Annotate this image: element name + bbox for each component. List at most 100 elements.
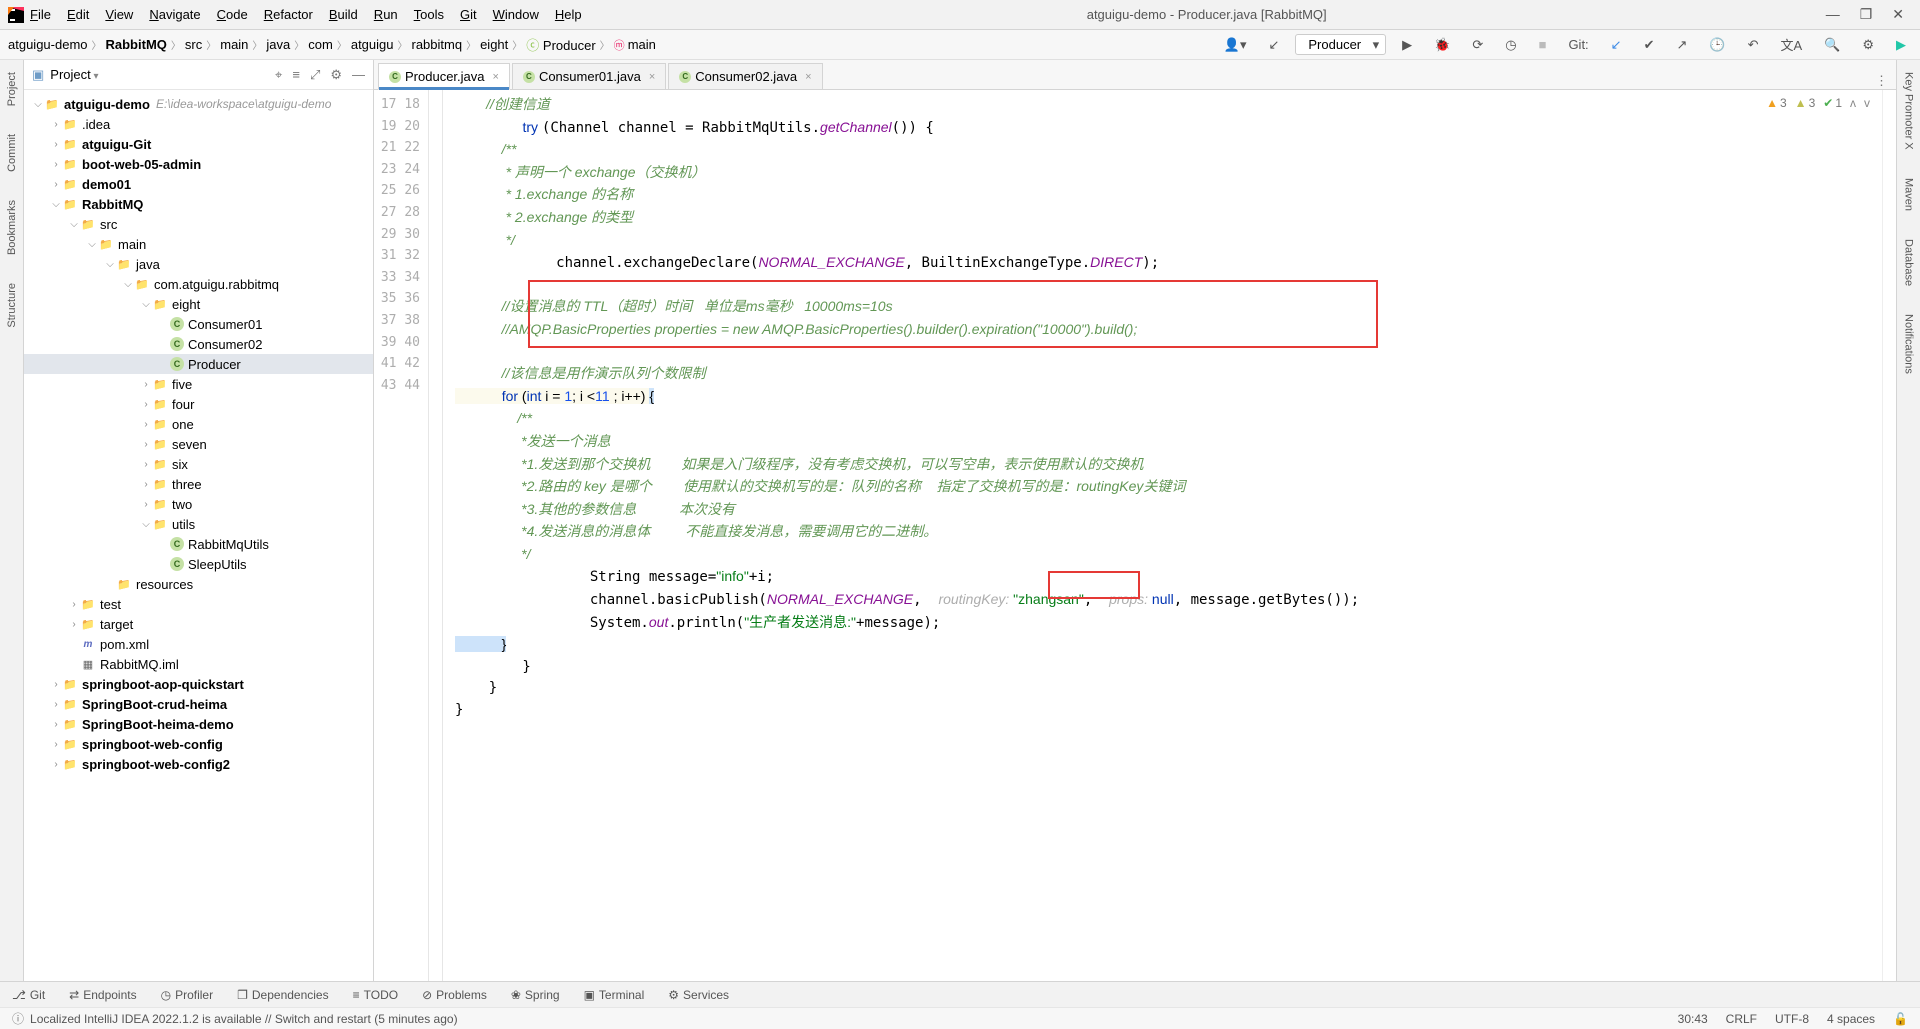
tree-arrow[interactable]: › [50,719,62,730]
tree-item-five[interactable]: ›📁five [24,374,373,394]
tree-item-boot-web-05-admin[interactable]: ›📁boot-web-05-admin [24,154,373,174]
tree-item-src[interactable]: ⌵📁src [24,214,373,234]
tree-arrow[interactable]: ⌵ [140,299,152,310]
tree-arrow[interactable]: › [140,459,152,470]
crumb-com[interactable]: com [308,37,333,52]
crumb-atguigu-demo[interactable]: atguigu-demo [8,37,88,52]
breadcrumb[interactable]: atguigu-demo〉RabbitMQ〉src〉main〉java〉com〉… [8,35,656,54]
tree-arrow[interactable]: ⌵ [122,279,134,290]
crumb-main[interactable]: main [220,37,248,52]
git-update-icon[interactable]: ↙ [1605,35,1628,55]
line-gutter[interactable]: 17 18 19 20 21 22 23 24 25 26 27 28 29 3… [374,90,429,981]
tree-item-rabbitmqutils[interactable]: CRabbitMqUtils [24,534,373,554]
weak-warnings-count[interactable]: 3 [1795,96,1816,110]
bottom-tool-endpoints[interactable]: ⇄Endpoints [69,988,136,1002]
tree-item-four[interactable]: ›📁four [24,394,373,414]
minimize-button[interactable]: — [1826,6,1840,23]
editor-tab-consumer02-java[interactable]: CConsumer02.java× [668,63,822,89]
right-tab-maven[interactable]: Maven [1901,174,1917,215]
close-button[interactable]: ✕ [1892,6,1904,23]
tree-item-test[interactable]: ›📁test [24,594,373,614]
tree-arrow[interactable]: ⌵ [140,519,152,530]
fold-gutter[interactable] [429,90,443,981]
left-tab-structure[interactable]: Structure [4,279,20,332]
tree-arrow[interactable]: › [50,139,62,150]
settings-icon[interactable]: ⚙ [1856,35,1880,55]
tree-item-resources[interactable]: 📁resources [24,574,373,594]
tree-arrow[interactable]: › [140,439,152,450]
status-message[interactable]: Localized IntelliJ IDEA 2022.1.2 is avai… [30,1012,1678,1026]
codewithme-icon[interactable]: ▶ [1890,35,1912,55]
bottom-tool-spring[interactable]: ❀Spring [511,988,560,1002]
tree-item-two[interactable]: ›📁two [24,494,373,514]
tree-item-three[interactable]: ›📁three [24,474,373,494]
menu-navigate[interactable]: Navigate [143,5,206,24]
close-tab-icon[interactable]: × [805,71,811,83]
git-history-icon[interactable]: 🕒 [1703,35,1731,55]
menu-view[interactable]: View [99,5,139,24]
inspections-widget[interactable]: 3 3 1 ʌ v [1762,94,1874,112]
tree-arrow[interactable]: › [50,739,62,750]
tree-item-producer[interactable]: CProducer [24,354,373,374]
tree-arrow[interactable]: › [140,399,152,410]
settings-icon[interactable]: ⚙ [330,67,342,83]
tree-item-atguigu-git[interactable]: ›📁atguigu-Git [24,134,373,154]
tree-arrow[interactable]: › [50,759,62,770]
close-tab-icon[interactable]: × [493,71,499,83]
bottom-tool-problems[interactable]: ⊘Problems [422,988,487,1002]
tree-arrow[interactable]: › [140,379,152,390]
tree-arrow[interactable]: › [50,179,62,190]
tree-arrow[interactable]: › [68,619,80,630]
crumb-java[interactable]: java [266,37,290,52]
tree-item-springboot-crud-heima[interactable]: ›📁SpringBoot-crud-heima [24,694,373,714]
tree-item-one[interactable]: ›📁one [24,414,373,434]
left-tab-commit[interactable]: Commit [4,130,20,176]
menu-code[interactable]: Code [211,5,254,24]
tree-item-sleeputils[interactable]: CSleepUtils [24,554,373,574]
editor-tab-producer-java[interactable]: CProducer.java× [378,63,510,90]
tree-item-six[interactable]: ›📁six [24,454,373,474]
git-push-icon[interactable]: ↗ [1670,35,1693,55]
tree-arrow[interactable]: ⌵ [86,239,98,250]
crumb-atguigu[interactable]: atguigu [351,37,394,52]
left-tab-bookmarks[interactable]: Bookmarks [4,196,20,259]
tree-arrow[interactable]: › [50,699,62,710]
tree-item-java[interactable]: ⌵📁java [24,254,373,274]
tree-item-springboot-web-config[interactable]: ›📁springboot-web-config [24,734,373,754]
user-icon[interactable]: 👤▾ [1218,35,1253,55]
editor-tab-consumer01-java[interactable]: CConsumer01.java× [512,63,666,89]
tree-item-consumer01[interactable]: CConsumer01 [24,314,373,334]
bottom-tool-git[interactable]: ⎇Git [12,988,45,1002]
tree-item--idea[interactable]: ›📁.idea [24,114,373,134]
crumb-src[interactable]: src [185,37,202,52]
crumb-rabbitmq[interactable]: RabbitMQ [106,37,167,52]
menu-run[interactable]: Run [368,5,404,24]
crumb-rabbitmq[interactable]: rabbitmq [412,37,463,52]
bottom-tool-profiler[interactable]: ◷Profiler [161,988,214,1002]
project-tool-title[interactable]: Project [50,67,98,82]
tree-item-demo01[interactable]: ›📁demo01 [24,174,373,194]
translate-icon[interactable]: 文A [1774,33,1808,56]
tree-item-springboot-aop-quickstart[interactable]: ›📁springboot-aop-quickstart [24,674,373,694]
profile-button[interactable]: ◷ [1499,35,1522,55]
tabs-menu-icon[interactable]: ⋮ [1875,73,1888,89]
status-info-icon[interactable]: ⓘ [12,1010,24,1027]
coverage-button[interactable]: ⟳ [1466,35,1489,55]
code-content[interactable]: //创建信道 try (Channel channel = RabbitMqUt… [443,90,1882,981]
tree-item-atguigu-demo[interactable]: ⌵📁atguigu-demoE:\idea-workspace\atguigu-… [24,94,373,114]
debug-button[interactable]: 🐞 [1428,35,1456,55]
menu-refactor[interactable]: Refactor [258,5,319,24]
maximize-button[interactable]: ❐ [1860,6,1873,23]
tree-item-seven[interactable]: ›📁seven [24,434,373,454]
tree-item-target[interactable]: ›📁target [24,614,373,634]
menu-file[interactable]: File [24,5,57,24]
tree-arrow[interactable]: › [68,599,80,610]
tree-item-com-atguigu-rabbitmq[interactable]: ⌵📁com.atguigu.rabbitmq [24,274,373,294]
tree-arrow[interactable]: ⌵ [32,99,44,110]
error-stripe[interactable] [1882,90,1896,981]
tree-item-springboot-web-config2[interactable]: ›📁springboot-web-config2 [24,754,373,774]
tree-arrow[interactable]: › [50,679,62,690]
tree-item-springboot-heima-demo[interactable]: ›📁SpringBoot-heima-demo [24,714,373,734]
warnings-count[interactable]: 3 [1766,96,1787,110]
indent-info[interactable]: 4 spaces [1827,1012,1875,1026]
